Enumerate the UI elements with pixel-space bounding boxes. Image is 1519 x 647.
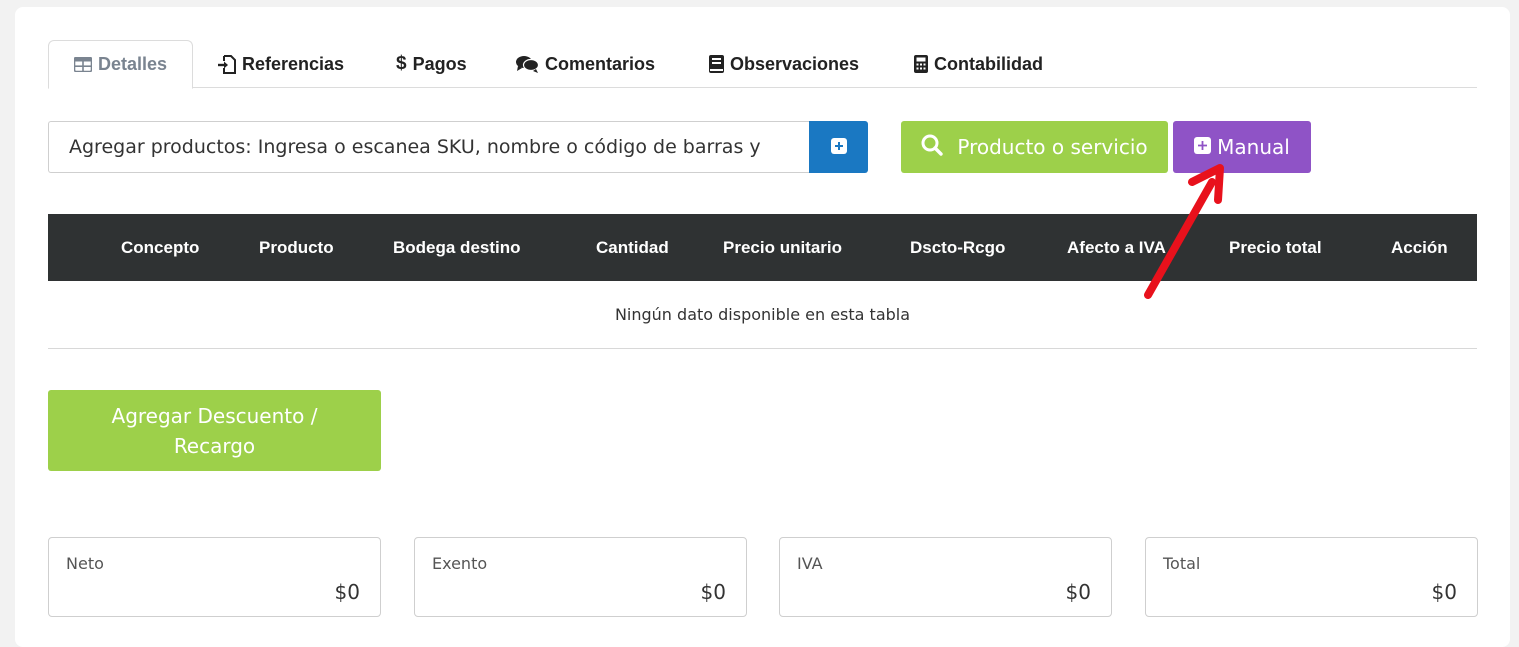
calculator-icon <box>914 55 928 73</box>
tab-label: Comentarios <box>545 53 656 74</box>
tab-pagos[interactable]: $ Pagos <box>394 40 469 88</box>
tab-label: Detalles <box>97 54 168 74</box>
product-search-input[interactable] <box>48 121 810 173</box>
file-import-icon <box>218 54 236 74</box>
tab-observaciones[interactable]: Observaciones <box>707 40 861 88</box>
table-icon <box>73 57 92 72</box>
column-header[interactable]: Precio total <box>1229 214 1322 281</box>
product-button-label: Producto o servicio <box>957 135 1148 159</box>
total-box-exento: Exento $0 <box>414 537 747 617</box>
column-header[interactable]: Dscto-Rcgo <box>910 214 1005 281</box>
plus-square-icon <box>1194 135 1212 159</box>
column-header[interactable]: Acción <box>1391 214 1448 281</box>
column-header[interactable]: Producto <box>259 214 334 281</box>
book-icon <box>709 55 724 73</box>
column-header[interactable]: Precio unitario <box>723 214 842 281</box>
search-icon <box>921 134 944 161</box>
column-header[interactable]: Concepto <box>121 214 199 281</box>
table-empty-message: Ningún dato disponible en esta tabla <box>48 281 1477 349</box>
tab-label: Referencias <box>242 53 345 74</box>
total-value: $0 <box>334 580 360 604</box>
tab-label: Contabilidad <box>934 53 1043 74</box>
total-box-iva: IVA $0 <box>779 537 1112 617</box>
tab-label: Pagos <box>412 53 467 74</box>
total-value: $0 <box>700 580 726 604</box>
tab-bar: Detalles Referencias $ Pagos Comentarios… <box>48 40 1477 89</box>
total-label: Neto <box>66 554 104 573</box>
table-header: Concepto Producto Bodega destino Cantida… <box>48 214 1477 281</box>
tab-detalles[interactable]: Detalles <box>48 40 193 89</box>
total-label: Exento <box>432 554 488 573</box>
total-box-neto: Neto $0 <box>48 537 381 617</box>
total-label: Total <box>1163 554 1201 573</box>
comments-icon <box>516 55 539 73</box>
manual-button-label: Manual <box>1217 135 1290 159</box>
product-or-service-button[interactable]: Producto o servicio <box>901 121 1168 173</box>
tab-referencias[interactable]: Referencias <box>216 40 346 88</box>
total-box-total: Total $0 <box>1145 537 1478 617</box>
add-discount-surcharge-button[interactable]: Agregar Descuento / Recargo <box>48 390 381 471</box>
total-label: IVA <box>797 554 823 573</box>
column-header[interactable]: Bodega destino <box>393 214 521 281</box>
plus-square-icon <box>830 137 847 157</box>
total-value: $0 <box>1065 580 1091 604</box>
tab-label: Observaciones <box>730 53 860 74</box>
tab-comentarios[interactable]: Comentarios <box>514 40 657 88</box>
dollar-icon: $ <box>396 53 407 74</box>
tab-contabilidad[interactable]: Contabilidad <box>912 40 1045 88</box>
add-product-button[interactable] <box>809 121 868 173</box>
annotation-arrow-icon <box>1144 164 1224 299</box>
column-header[interactable]: Cantidad <box>596 214 669 281</box>
total-value: $0 <box>1431 580 1457 604</box>
